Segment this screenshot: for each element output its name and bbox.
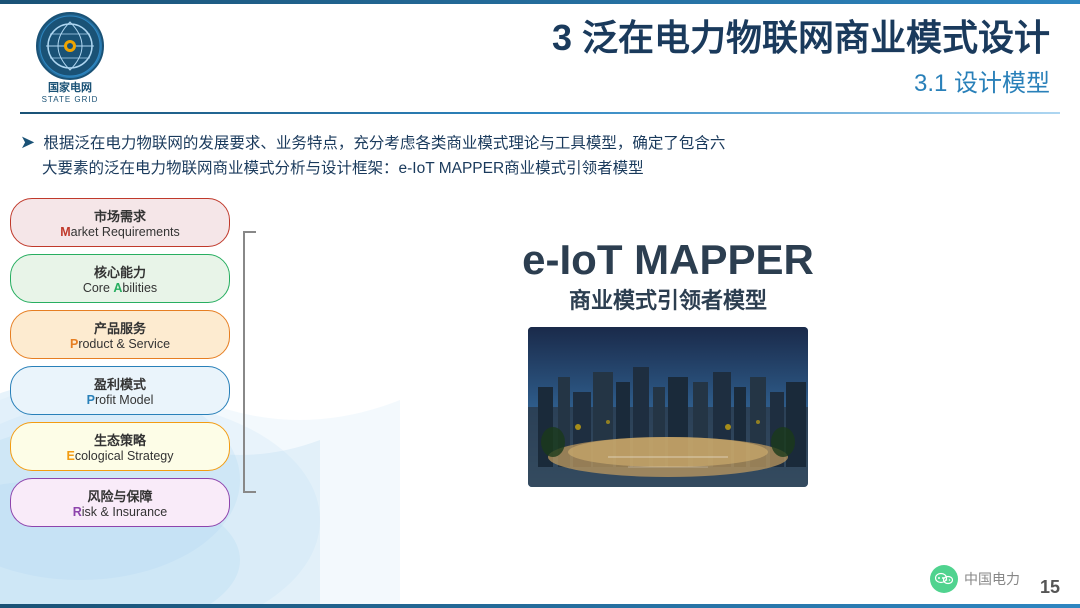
separator-line	[20, 112, 1060, 114]
box-core-cn: 核心能力	[27, 262, 213, 281]
bullet-arrow: ➤	[20, 132, 35, 152]
sub-title: 3.1 设计模型	[120, 63, 1050, 98]
box-risk-cn: 风险与保障	[27, 486, 213, 505]
right-area: e-IoT MAPPER 商业模式引领者模型	[266, 227, 1070, 487]
box-eco-cn: 生态策略	[27, 430, 213, 449]
logo-area: 国家电网 STATE GRID	[20, 12, 120, 104]
highlight-letter: P	[87, 393, 95, 407]
mapper-subtitle: 商业模式引领者模型	[569, 283, 767, 315]
box-profit: 盈利模式Profit Model	[10, 366, 230, 415]
highlight-letter: P	[70, 337, 78, 351]
box-market-cn: 市场需求	[27, 206, 213, 225]
logo-en-text: STATE GRID	[42, 95, 99, 104]
box-eco: 生态策略Ecological Strategy	[10, 422, 230, 471]
box-market: 市场需求Market Requirements	[10, 198, 230, 247]
mapper-area: 市场需求Market Requirements 核心能力Core Abilitie…	[0, 188, 1080, 527]
bullet-text-line2: 大要素的泛在电力物联网商业模式分析与设计框架：e-IoT MAPPER商业模式引…	[20, 160, 644, 177]
title-area: 3 泛在电力物联网商业模式设计 3.1 设计模型	[120, 12, 1050, 98]
box-product: 产品服务Product & Service	[10, 310, 230, 359]
highlight-letter: M	[60, 225, 70, 239]
main-title: 3 泛在电力物联网商业模式设计	[120, 16, 1050, 59]
highlight-letter: E	[66, 449, 74, 463]
boxes-column: 市场需求Market Requirements 核心能力Core Abilitie…	[10, 188, 230, 527]
box-product-en: Product & Service	[27, 337, 213, 351]
box-profit-en: Profit Model	[27, 393, 213, 407]
box-profit-cn: 盈利模式	[27, 374, 213, 393]
highlight-letter: R	[73, 505, 82, 519]
bullet-text-line1: 根据泛在电力物联网的发展要求、业务特点，充分考虑各类商业模式理论与工具模型，确定…	[43, 135, 725, 152]
box-core-en: Core Abilities	[27, 281, 213, 295]
bullet-text: ➤ 根据泛在电力物联网的发展要求、业务特点，充分考虑各类商业模式理论与工具模型，…	[0, 122, 1080, 188]
mapper-title: e-IoT MAPPER	[522, 237, 814, 283]
box-risk: 风险与保障Risk & Insurance	[10, 478, 230, 527]
bracket-connector	[236, 217, 260, 497]
logo-circle	[36, 12, 104, 80]
box-eco-en: Ecological Strategy	[27, 449, 213, 463]
box-market-en: Market Requirements	[27, 225, 213, 239]
logo-cn-text: 国家电网	[48, 82, 92, 95]
box-risk-en: Risk & Insurance	[27, 505, 213, 519]
city-image	[528, 327, 808, 487]
highlight-letter: A	[113, 281, 122, 295]
box-product-cn: 产品服务	[27, 318, 213, 337]
box-core: 核心能力Core Abilities	[10, 254, 230, 303]
